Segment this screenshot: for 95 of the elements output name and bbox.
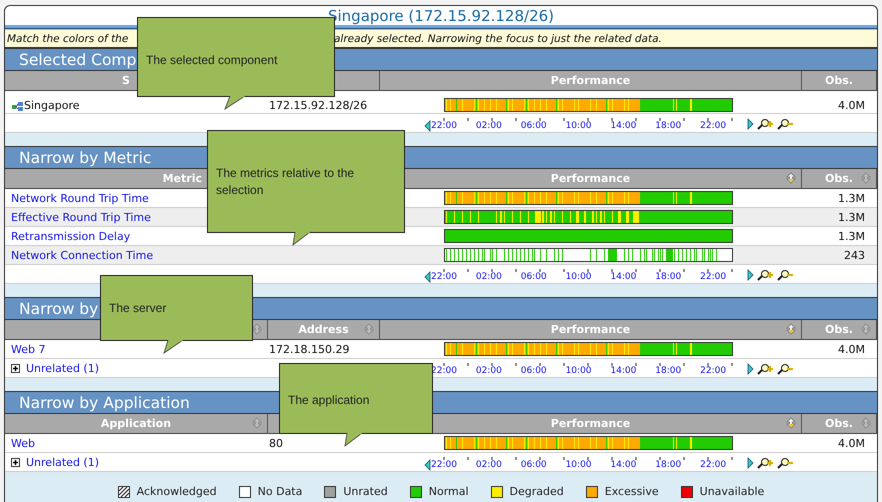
axis-label: 14:00 [610, 366, 638, 377]
axis-label: 18:00 [655, 460, 682, 471]
zoom-in-icon[interactable] [757, 118, 774, 130]
column-title: Performance [550, 417, 630, 430]
item-link[interactable]: Retransmission Delay [11, 230, 130, 242]
zoom-in-icon[interactable] [757, 363, 774, 375]
zoom-out-icon[interactable] [777, 457, 794, 469]
column-title: Address [298, 323, 349, 336]
axis-label: 06:00 [520, 272, 548, 283]
axis-label: 22:00 [700, 272, 728, 283]
axis-label: 10:00 [566, 272, 593, 283]
left-arrow-icon[interactable] [424, 459, 431, 471]
axis-label: 18:00 [655, 121, 682, 132]
item-link[interactable]: Web [11, 436, 35, 450]
column-title: Performance [550, 172, 630, 185]
column-title: Application [100, 417, 172, 430]
axis-label: 14:00 [610, 272, 638, 283]
obs-value: 4.0M [838, 436, 865, 450]
axis-label: 14:00 [610, 460, 638, 471]
axis-label: 10:00 [566, 366, 593, 377]
axis-label: 02:00 [476, 366, 503, 377]
zoom-in-icon[interactable] [757, 269, 774, 281]
sort-down-icon[interactable] [785, 323, 797, 335]
legend-label: No Data [258, 485, 302, 498]
callout: The server [100, 275, 253, 341]
axis-label: 18:00 [655, 272, 682, 283]
sort-down-icon[interactable] [785, 172, 797, 184]
left-arrow-icon[interactable] [424, 271, 431, 283]
axis-label: 18:00 [655, 366, 682, 377]
axis-label: 22:00 [431, 460, 458, 471]
axis-label: 10:00 [566, 121, 593, 132]
callout: The application [279, 363, 433, 434]
column-title: Obs. [825, 172, 853, 185]
obs-value: 243 [844, 248, 865, 262]
column-title: Obs. [825, 74, 853, 87]
axis-label: 02:00 [476, 272, 503, 283]
group-link[interactable]: Unrelated (1) [26, 456, 100, 468]
network-icon [11, 101, 24, 112]
legend-label: Normal [428, 485, 469, 498]
right-arrow-icon[interactable] [747, 269, 754, 281]
obs-value: 4.0M [838, 100, 865, 112]
address-text: 172.15.92.128/26 [269, 100, 368, 112]
section-title: Selected Comp [18, 50, 136, 68]
section-title: Narrow by Application [18, 394, 190, 412]
legend-label: Degraded [510, 485, 564, 498]
zoom-out-icon[interactable] [777, 269, 794, 281]
column-title: Metric [162, 172, 202, 185]
axis-label: 22:00 [700, 121, 728, 132]
column-title: Performance [550, 74, 630, 87]
axis-label: 06:00 [520, 121, 548, 132]
zoom-in-icon[interactable] [757, 457, 774, 469]
axis-label: 02:00 [476, 121, 503, 132]
section-title: Narrow by Metric [18, 148, 152, 166]
callout: The selected component [137, 17, 335, 97]
obs-value: 1.3M [838, 230, 865, 242]
axis-label: 22:00 [700, 460, 728, 471]
zoom-out-icon[interactable] [777, 118, 794, 130]
sort-icon[interactable] [251, 323, 263, 335]
hint-text: already selected. Narrowing the focus to just the related data. [334, 32, 663, 44]
item-link[interactable]: Network Round Trip Time [11, 192, 149, 204]
expand-icon[interactable] [11, 364, 20, 372]
axis-label: 10:00 [566, 460, 593, 471]
obs-value: 4.0M [838, 342, 865, 356]
axis-label: 22:00 [431, 121, 458, 132]
zoom-out-icon[interactable] [777, 363, 794, 375]
legend-label: Acknowledged [136, 485, 217, 498]
column-title: Performance [550, 323, 630, 336]
address-text: 80 [269, 436, 283, 450]
axis-label: 22:00 [431, 272, 458, 283]
expand-icon[interactable] [11, 458, 20, 466]
sort-down-icon[interactable] [785, 417, 797, 429]
right-arrow-icon[interactable] [747, 363, 754, 375]
obs-value: 1.3M [838, 192, 865, 204]
hint-text: Match the colors of the [7, 32, 130, 44]
address-text: 172.18.150.29 [269, 342, 350, 356]
axis-label: 22:00 [700, 366, 728, 377]
callout: The metrics relative to the selection [207, 130, 405, 233]
legend-label: Unrated [343, 485, 388, 498]
left-arrow-icon[interactable] [424, 120, 431, 132]
right-arrow-icon[interactable] [747, 118, 754, 130]
legend-label: Excessive [604, 485, 659, 498]
obs-value: 1.3M [838, 210, 865, 224]
axis-label: 06:00 [520, 460, 548, 471]
item-link[interactable]: Web 7 [11, 342, 46, 356]
axis-label: 06:00 [520, 366, 548, 377]
legend-label: Unavailable [700, 485, 764, 498]
axis-label: 14:00 [610, 121, 638, 132]
column-title: S [122, 74, 130, 87]
group-link[interactable]: Unrelated (1) [26, 362, 100, 374]
section-title: Narrow by [18, 300, 98, 318]
column-title: Obs. [825, 323, 853, 336]
column-title: Obs. [825, 417, 853, 430]
component-name: Singapore [24, 100, 80, 112]
axis-label: 02:00 [476, 460, 503, 471]
right-arrow-icon[interactable] [747, 457, 754, 469]
